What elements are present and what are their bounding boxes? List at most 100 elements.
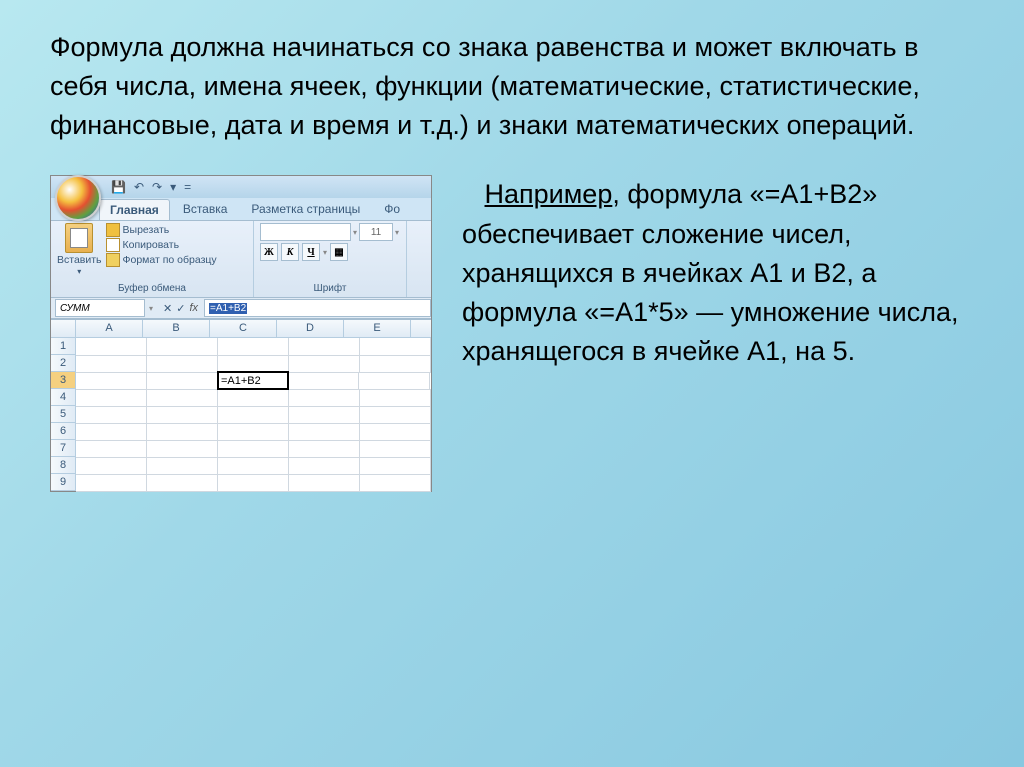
cell[interactable] (147, 440, 218, 458)
body-paragraph: Например, формула «=A1+B2» обеспечивает … (462, 175, 974, 371)
active-cell[interactable]: =A1+B2 (217, 371, 289, 390)
row-header-7[interactable]: 7 (51, 440, 76, 457)
body-lead: Например (485, 179, 613, 209)
cell[interactable] (360, 355, 431, 373)
cell[interactable] (218, 474, 289, 492)
cell[interactable] (360, 474, 431, 492)
row-header-5[interactable]: 5 (51, 406, 76, 423)
cell[interactable] (289, 406, 360, 424)
italic-button[interactable]: К (281, 243, 299, 261)
cell[interactable] (289, 457, 360, 475)
cell[interactable] (360, 457, 431, 475)
cell[interactable] (76, 440, 147, 458)
col-header-e[interactable]: E (344, 320, 411, 337)
copy-button[interactable]: Копировать (106, 238, 217, 252)
paste-icon (65, 223, 93, 253)
cell[interactable] (218, 389, 289, 407)
cell[interactable] (147, 406, 218, 424)
cell[interactable] (360, 389, 431, 407)
cell[interactable] (218, 440, 289, 458)
namebox-dd-icon[interactable]: ▾ (149, 304, 153, 313)
cell[interactable] (147, 372, 218, 390)
tab-truncated[interactable]: Фо (373, 198, 411, 220)
col-header-d[interactable]: D (277, 320, 344, 337)
ribbon: Вставить ▾ Вырезать Копировать Формат по… (51, 220, 431, 297)
cell[interactable] (76, 406, 147, 424)
cell[interactable] (76, 355, 147, 373)
cell[interactable] (76, 389, 147, 407)
cell[interactable] (147, 474, 218, 492)
ribbon-tabs: Главная Вставка Разметка страницы Фо (99, 198, 431, 220)
cell[interactable] (76, 474, 147, 492)
cell[interactable] (218, 406, 289, 424)
size-dd-icon[interactable]: ▾ (395, 228, 399, 237)
cell[interactable] (288, 372, 359, 390)
col-header-c[interactable]: C (210, 320, 277, 337)
cell[interactable] (289, 389, 360, 407)
cell[interactable] (218, 338, 289, 356)
redo-icon[interactable]: ↷ (152, 180, 162, 194)
cell[interactable] (76, 423, 147, 441)
save-icon[interactable]: 💾 (111, 180, 126, 194)
font-dd-icon[interactable]: ▾ (353, 228, 357, 237)
cell[interactable] (360, 406, 431, 424)
font-group-label: Шрифт (260, 283, 400, 295)
cell[interactable] (147, 457, 218, 475)
cell[interactable] (289, 355, 360, 373)
cell[interactable] (76, 338, 147, 356)
enter-icon[interactable]: ✓ (176, 302, 185, 315)
fx-icon[interactable]: fx (189, 302, 198, 315)
tab-insert[interactable]: Вставка (172, 198, 239, 220)
cell[interactable] (147, 423, 218, 441)
font-group: ▾ 11 ▾ Ж К Ч ▾ ▦ Шрифт (254, 221, 407, 297)
cell[interactable] (218, 457, 289, 475)
col-header-b[interactable]: B (143, 320, 210, 337)
formula-bar[interactable]: =A1+B2 (204, 299, 431, 317)
row-header-6[interactable]: 6 (51, 423, 76, 440)
tab-page-layout[interactable]: Разметка страницы (240, 198, 371, 220)
font-family-select[interactable] (260, 223, 351, 241)
copy-icon (106, 238, 120, 252)
paste-button[interactable]: Вставить ▾ (57, 223, 102, 283)
cell[interactable] (147, 338, 218, 356)
cell[interactable] (147, 355, 218, 373)
name-box[interactable]: СУММ (55, 299, 145, 317)
row-header-3[interactable]: 3 (51, 372, 76, 389)
cell[interactable] (76, 372, 147, 390)
paste-dropdown-icon[interactable]: ▾ (77, 267, 81, 276)
row-header-1[interactable]: 1 (51, 338, 76, 355)
clipboard-group-label: Буфер обмена (57, 283, 247, 295)
cell[interactable] (289, 423, 360, 441)
cell[interactable] (76, 457, 147, 475)
qat-dropdown-icon[interactable]: ▾ (170, 180, 176, 194)
font-size-select[interactable]: 11 (359, 223, 393, 241)
format-painter-button[interactable]: Формат по образцу (106, 253, 217, 267)
row-header-8[interactable]: 8 (51, 457, 76, 474)
office-button-icon[interactable] (55, 175, 101, 221)
clipboard-group: Вставить ▾ Вырезать Копировать Формат по… (51, 221, 254, 297)
formula-bar-row: СУММ ▾ ✕ ✓ fx =A1+B2 (51, 297, 431, 319)
cell[interactable] (360, 423, 431, 441)
border-button[interactable]: ▦ (330, 243, 348, 261)
col-header-a[interactable]: A (76, 320, 143, 337)
cell[interactable] (289, 338, 360, 356)
cell[interactable] (360, 338, 431, 356)
row-header-4[interactable]: 4 (51, 389, 76, 406)
cut-button[interactable]: Вырезать (106, 223, 217, 237)
font-dd2-icon[interactable]: ▾ (323, 248, 327, 257)
select-all-corner[interactable] (51, 320, 76, 337)
tab-home[interactable]: Главная (99, 199, 170, 220)
cell[interactable] (359, 372, 430, 390)
scissors-icon (106, 223, 120, 237)
underline-button[interactable]: Ч (302, 243, 320, 261)
cell[interactable] (289, 474, 360, 492)
row-header-2[interactable]: 2 (51, 355, 76, 372)
cell[interactable] (147, 389, 218, 407)
cell[interactable] (360, 440, 431, 458)
cell[interactable] (289, 440, 360, 458)
cell[interactable] (218, 423, 289, 441)
bold-button[interactable]: Ж (260, 243, 278, 261)
undo-icon[interactable]: ↶ (134, 180, 144, 194)
cancel-icon[interactable]: ✕ (163, 302, 172, 315)
row-header-9[interactable]: 9 (51, 474, 76, 491)
